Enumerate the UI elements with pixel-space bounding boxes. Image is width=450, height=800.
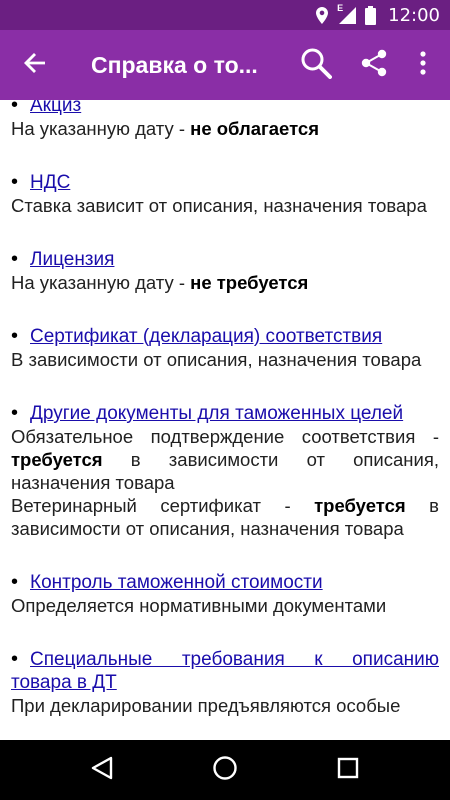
battery-icon — [365, 5, 377, 25]
other-documents-link[interactable]: Другие документы для таможенных целей — [30, 402, 439, 425]
back-button[interactable] — [0, 30, 70, 100]
excise-link[interactable]: Акциз — [30, 100, 439, 117]
back-arrow-icon — [24, 52, 46, 79]
bullet: • — [11, 571, 19, 593]
navigation-bar — [0, 740, 450, 800]
list-item-certificate: • Сертификат (декларация) соответствия В… — [11, 325, 439, 371]
list-item-other-documents: • Другие документы для таможенных целей … — [11, 402, 439, 540]
nav-home-button[interactable] — [195, 740, 255, 800]
item-heading: • НДС — [11, 171, 439, 194]
item-description-vet: Ветеринарный сертификат - требуется в за… — [11, 495, 439, 539]
item-description: Обязательное подтверждение соответствия … — [11, 426, 439, 493]
search-icon — [300, 47, 332, 84]
certificate-link[interactable]: Сертификат (декларация) соответствия — [30, 325, 439, 348]
item-description: Определяется нормативными документами — [11, 595, 387, 616]
search-button[interactable] — [288, 30, 344, 100]
item-heading: • Контроль таможенной стоимости — [11, 571, 439, 594]
vat-link[interactable]: НДС — [30, 171, 439, 194]
item-heading: • Другие документы для таможенных целей — [11, 402, 439, 425]
item-description: При декларировании предъявляются особые — [11, 695, 401, 716]
more-vert-icon — [419, 50, 427, 80]
share-button[interactable] — [344, 30, 404, 100]
share-icon — [359, 48, 389, 83]
bullet: • — [11, 648, 19, 670]
item-description: Ставка зависит от описания, назначения т… — [11, 195, 427, 216]
nav-back-button[interactable] — [72, 740, 132, 800]
license-link[interactable]: Лицензия — [30, 248, 439, 271]
bullet: • — [11, 171, 19, 193]
more-options-button[interactable] — [404, 30, 442, 100]
item-heading: • Лицензия — [11, 248, 439, 271]
app-bar-actions — [288, 30, 450, 100]
nav-recents-button[interactable] — [318, 740, 378, 800]
customs-value-link[interactable]: Контроль таможенной стоимости — [30, 571, 439, 594]
list-item-special-requirements: • Специальные требования к описанию товар… — [11, 648, 439, 717]
item-heading: • Акциз — [11, 100, 439, 117]
nav-home-icon — [212, 755, 238, 786]
content-scroll[interactable]: • Акциз На указанную дату - не облагаетс… — [0, 100, 450, 740]
bullet: • — [11, 100, 19, 116]
signal-icon: E — [337, 3, 357, 24]
list-item-customs-value: • Контроль таможенной стоимости Определя… — [11, 571, 439, 617]
item-description: На указанную дату - не облагается — [11, 118, 319, 139]
nav-recents-icon — [337, 757, 359, 784]
item-description: На указанную дату - не требуется — [11, 272, 309, 293]
bullet: • — [11, 402, 19, 424]
item-description: В зависимости от описания, назначения то… — [11, 349, 422, 370]
item-heading: • Сертификат (декларация) соответствия — [11, 325, 439, 348]
special-requirements-link[interactable]: Специальные требования к описанию товара … — [11, 648, 439, 694]
list-item-excise: • Акциз На указанную дату - не облагаетс… — [11, 100, 439, 140]
bullet: • — [11, 325, 19, 347]
app-bar: Справка о то... — [0, 30, 450, 100]
bullet: • — [11, 248, 19, 270]
status-bar: E 12:00 — [0, 0, 450, 30]
page-title: Справка о то... — [91, 51, 258, 78]
list-item-vat: • НДС Ставка зависит от описания, назнач… — [11, 171, 439, 217]
network-type-label: E — [337, 3, 344, 13]
list-item-license: • Лицензия На указанную дату - не требуе… — [11, 248, 439, 294]
location-icon — [316, 6, 329, 24]
status-time: 12:00 — [388, 4, 440, 26]
nav-back-icon — [91, 756, 113, 785]
item-heading: • Специальные требования к описанию товар… — [11, 648, 439, 694]
